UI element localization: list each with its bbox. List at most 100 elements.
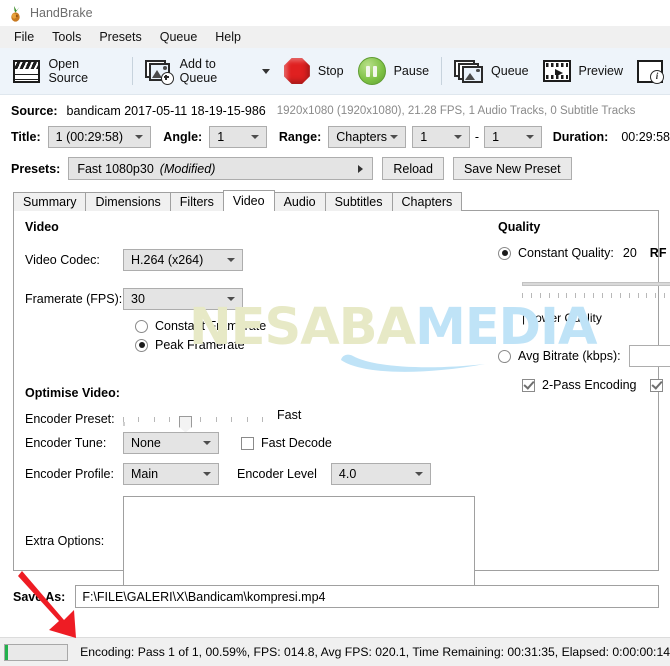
avg-bitrate-radio[interactable] xyxy=(498,349,511,363)
queue-button[interactable]: Queue xyxy=(447,51,536,91)
encode-progress-bar xyxy=(4,643,69,661)
status-bar: Encoding: Pass 1 of 1, 00.59%, FPS: 014.… xyxy=(0,637,670,666)
menu-item-help[interactable]: Help xyxy=(206,28,250,46)
extra-options-label: Extra Options: xyxy=(25,534,105,548)
open-source-label: Open Source xyxy=(48,57,89,85)
range-dash: - xyxy=(474,130,480,144)
tab-dimensions[interactable]: Dimensions xyxy=(85,192,171,211)
encoder-level-select[interactable]: 4.0 xyxy=(330,463,431,485)
chevron-down-icon xyxy=(453,135,462,139)
queue-label: Queue xyxy=(491,64,529,78)
avg-bitrate-input[interactable] xyxy=(628,345,670,367)
encoder-tune-value: None xyxy=(131,436,161,450)
encoder-preset-slider-thumb[interactable] xyxy=(179,415,192,433)
chevron-down-icon xyxy=(390,135,399,139)
encoder-tune-select[interactable]: None xyxy=(123,432,219,454)
chevron-right-icon xyxy=(358,164,364,173)
menu-item-tools[interactable]: Tools xyxy=(43,28,90,46)
tab-audio[interactable]: Audio xyxy=(273,192,326,211)
stop-button[interactable]: Stop xyxy=(277,51,351,91)
chevron-down-icon[interactable] xyxy=(261,68,270,74)
pause-circle-icon xyxy=(357,57,386,85)
framerate-select[interactable]: 30 xyxy=(123,288,243,310)
main-toolbar: Open Source Add to Queue Stop Pause Queu… xyxy=(0,48,670,95)
range-label: Range: xyxy=(278,130,322,144)
handbrake-pineapple-icon xyxy=(7,5,24,22)
avg-bitrate-label: Avg Bitrate (kbps): xyxy=(518,349,621,363)
preset-select[interactable]: Fast 1080p30 (Modified) xyxy=(68,157,374,180)
menu-item-queue[interactable]: Queue xyxy=(151,28,207,46)
range-type-select[interactable]: Chapters xyxy=(328,126,407,148)
encoder-preset-label: Encoder Preset: xyxy=(25,412,115,426)
add-to-queue-label: Add to Queue xyxy=(179,57,218,85)
window-title: HandBrake xyxy=(30,6,93,20)
tab-video[interactable]: Video xyxy=(222,190,275,211)
queue-stack-icon xyxy=(454,59,484,83)
extra-options-input[interactable] xyxy=(123,496,475,586)
presets-row: Presets: Fast 1080p30 (Modified) Reload … xyxy=(0,148,670,180)
pause-label: Pause xyxy=(393,64,430,78)
chapter-end-value: 1 xyxy=(492,130,500,144)
rf-label: RF xyxy=(649,246,667,260)
constant-framerate-label: Constant Framerate xyxy=(155,319,267,333)
settings-tabs: Summary Dimensions Filters Video Audio S… xyxy=(0,190,670,211)
constant-quality-radio[interactable] xyxy=(498,246,511,260)
angle-select[interactable]: 1 xyxy=(209,126,267,148)
tab-summary[interactable]: Summary xyxy=(13,192,87,211)
title-label: Title: xyxy=(11,130,41,144)
add-to-queue-button[interactable]: Add to Queue xyxy=(138,51,277,91)
chapter-start-select[interactable]: 1 xyxy=(412,126,470,148)
video-codec-select[interactable]: H.264 (x264) xyxy=(123,249,243,271)
encoder-level-value: 4.0 xyxy=(338,467,357,481)
reload-button[interactable]: Reload xyxy=(382,157,444,180)
activity-log-button[interactable]: i xyxy=(630,51,670,91)
preview-label: Preview xyxy=(578,64,624,78)
constant-framerate-radio[interactable] xyxy=(135,319,148,333)
title-range-row: Title: 1 (00:29:58) Angle: 1 Range: Chap… xyxy=(0,118,670,148)
source-file-name: bandicam 2017-05-11 18-19-15-986 xyxy=(66,104,266,118)
title-select[interactable]: 1 (00:29:58) xyxy=(47,126,152,148)
chevron-down-icon xyxy=(203,472,211,476)
framerate-label: Framerate (FPS): xyxy=(25,292,123,306)
menu-item-file[interactable]: File xyxy=(5,28,43,46)
save-as-row: Save As: F:\FILE\GALERI\X\Bandicam\kompr… xyxy=(0,585,670,608)
two-pass-encoding-label: 2-Pass Encoding xyxy=(542,378,637,392)
activity-log-icon: i xyxy=(637,59,665,84)
menu-item-presets[interactable]: Presets xyxy=(90,28,150,46)
video-section-title: Video xyxy=(25,220,59,234)
menu-bar: File Tools Presets Queue Help xyxy=(0,26,670,48)
chevron-down-icon xyxy=(203,441,211,445)
tab-filters[interactable]: Filters xyxy=(169,192,224,211)
encoder-profile-select[interactable]: Main xyxy=(123,463,219,485)
tab-subtitles[interactable]: Subtitles xyxy=(324,192,393,211)
chapter-end-select[interactable]: 1 xyxy=(484,126,542,148)
film-play-icon xyxy=(542,60,571,82)
save-new-preset-button[interactable]: Save New Preset xyxy=(452,157,572,180)
tab-chapters[interactable]: Chapters xyxy=(391,192,463,211)
preset-modified-flag: (Modified) xyxy=(159,161,216,176)
title-select-value: 1 (00:29:58) xyxy=(55,130,124,144)
chevron-down-icon xyxy=(525,135,534,139)
lower-quality-label: | Lower Quality xyxy=(522,311,602,325)
chapter-start-value: 1 xyxy=(420,130,428,144)
video-codec-value: H.264 (x264) xyxy=(131,253,204,267)
angle-label: Angle: xyxy=(163,130,203,144)
turbo-first-pass-checkbox[interactable] xyxy=(649,378,663,392)
quality-slider[interactable] xyxy=(522,276,670,292)
range-type-value: Chapters xyxy=(336,130,387,144)
encoder-preset-ticks xyxy=(123,416,263,423)
pause-button[interactable]: Pause xyxy=(351,51,436,91)
encode-progress-fill xyxy=(5,644,8,660)
open-source-button[interactable]: Open Source xyxy=(6,51,127,91)
handbrake-window: HandBrake File Tools Presets Queue Help … xyxy=(0,0,670,666)
two-pass-encoding-checkbox[interactable] xyxy=(522,378,535,392)
duration-label: Duration: xyxy=(552,130,609,144)
encoder-profile-label: Encoder Profile: xyxy=(25,467,114,481)
chevron-down-icon xyxy=(227,258,235,262)
preview-button[interactable]: Preview xyxy=(536,51,630,91)
peak-framerate-label: Peak Framerate xyxy=(155,338,245,352)
video-tab-panel: Video Video Codec: H.264 (x264) Framerat… xyxy=(13,210,670,586)
fast-decode-checkbox[interactable] xyxy=(241,436,254,450)
save-as-input[interactable]: F:\FILE\GALERI\X\Bandicam\kompresi.mp4 xyxy=(75,585,659,608)
peak-framerate-radio[interactable] xyxy=(135,338,148,352)
